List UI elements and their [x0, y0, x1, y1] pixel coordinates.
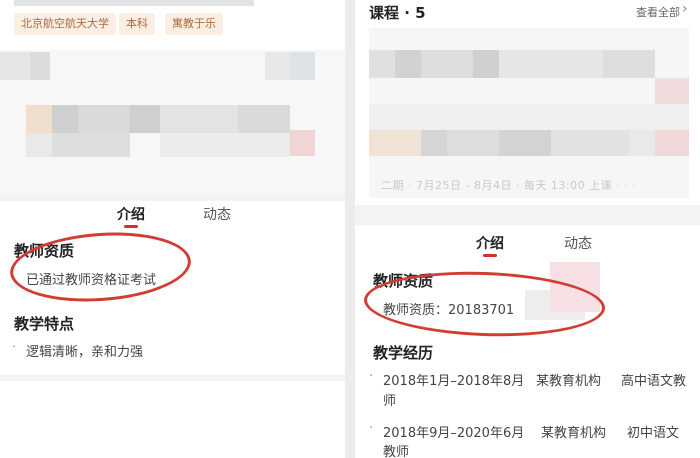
experience-role-wrap: 师	[383, 394, 397, 409]
tab-intro[interactable]: 介绍	[476, 233, 504, 253]
red-circle-annotation	[7, 226, 194, 308]
cut-off-name-line	[14, 0, 254, 6]
chevron-right-icon[interactable]: ›	[682, 1, 688, 17]
course-schedule-blurred: 二期 · 7月25日 - 8月4日 · 每天 13:00 上课 · · ·	[381, 179, 637, 192]
experience-role: 初中语文	[627, 426, 680, 441]
left-panel: 北京航空航天大学 本科 寓教于乐 介绍 动态 教师资质 已通过教师资格证考试 教…	[0, 0, 345, 458]
courses-title: 课程 · 5	[369, 4, 426, 22]
tab-active-indicator	[483, 254, 497, 257]
tab-activity[interactable]: 动态	[203, 204, 231, 224]
experience-org: 某教育机构	[536, 374, 602, 389]
tag-degree: 本科	[119, 13, 155, 35]
experience-dates: 2018年9月–2020年6月	[383, 426, 525, 441]
bottom-divider	[0, 375, 345, 381]
view-all-link[interactable]: 查看全部	[636, 4, 680, 20]
experience-role: 高中语文教	[621, 374, 687, 389]
bullet-dot: ·	[369, 421, 374, 436]
right-panel: 课程 · 5 查看全部 › 二期 · 7月25日 - 8月4日 · 每天 13:…	[355, 0, 700, 458]
experience-title: 教学经历	[373, 344, 434, 362]
tab-activity[interactable]: 动态	[564, 233, 592, 253]
tag-style: 寓教于乐	[165, 13, 223, 35]
features-text: 逻辑清晰，亲和力强	[26, 345, 144, 360]
experience-org: 某教育机构	[541, 426, 607, 441]
features-title: 教学特点	[14, 315, 75, 333]
bullet-dot: ·	[369, 369, 374, 384]
panel-gap	[345, 0, 355, 458]
experience-dates: 2018年1月–2018年8月	[383, 374, 525, 389]
tab-active-indicator	[124, 225, 138, 228]
bullet-dot: ·	[12, 340, 17, 355]
tag-university: 北京航空航天大学	[14, 13, 116, 35]
tab-intro[interactable]: 介绍	[117, 204, 145, 224]
experience-role-wrap: 教师	[383, 445, 410, 458]
section-divider	[355, 205, 700, 225]
section-divider	[0, 195, 345, 201]
